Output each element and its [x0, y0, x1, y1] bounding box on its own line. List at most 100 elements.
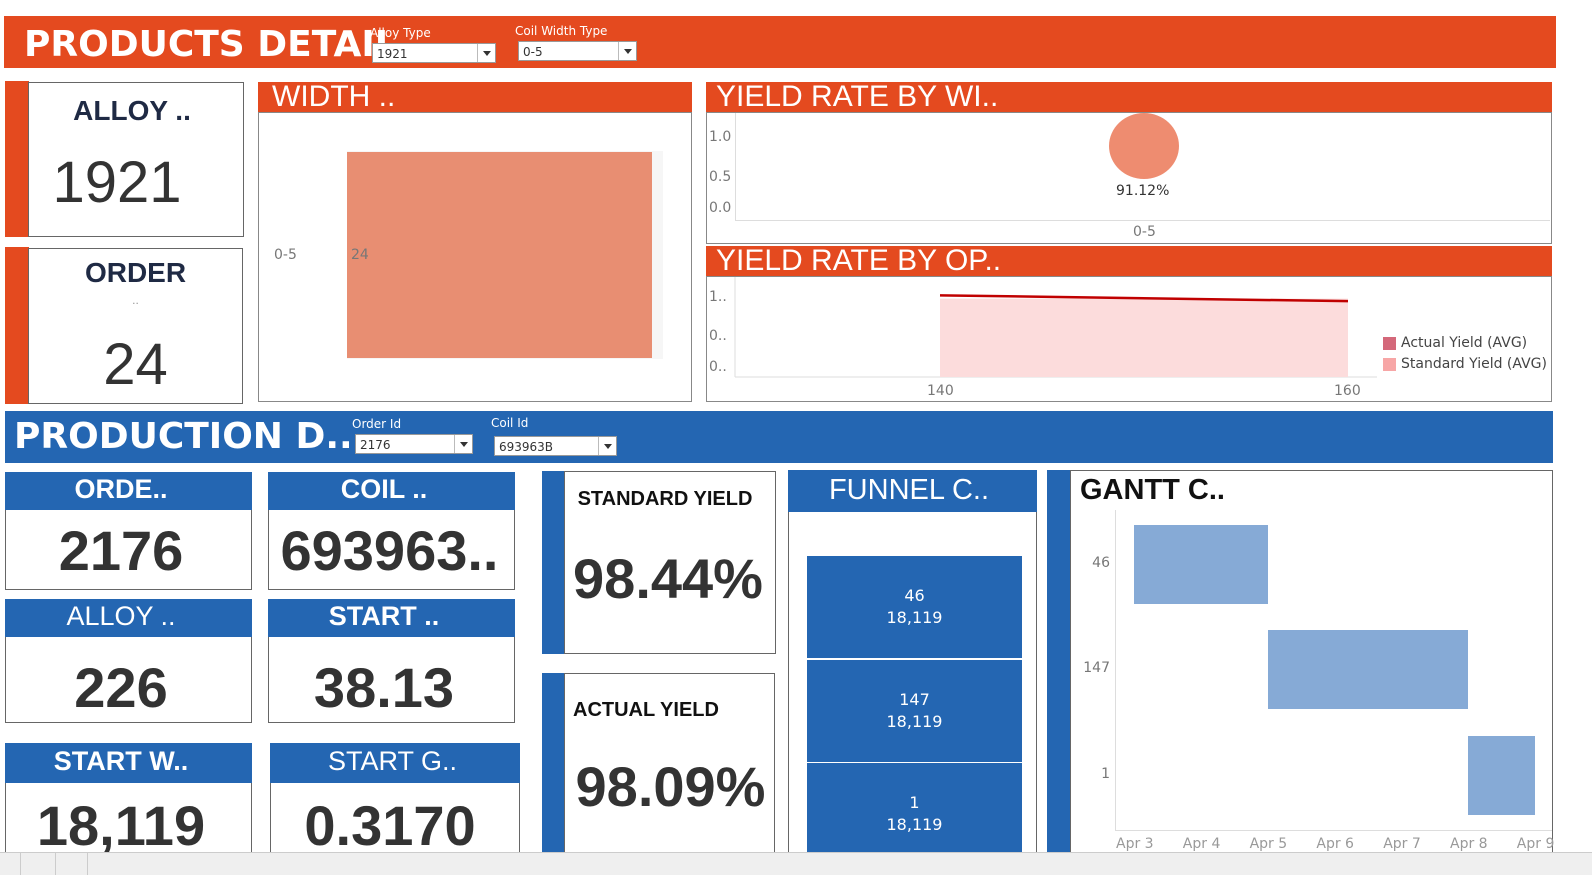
gantt-x-tick: Apr 9: [1516, 836, 1555, 852]
alloy-type-select[interactable]: 1921: [372, 43, 496, 63]
kpi-alloy-title: ALLOY ..: [66, 601, 176, 631]
alloy-card-accent: [5, 81, 29, 237]
funnel-bar[interactable]: 46 18,119: [807, 556, 1022, 658]
legend-standard-label: Standard Yield (AVG): [1401, 356, 1547, 372]
yield-op-panel: 1.. 0.. 0.. 140 160 Actual Yield (AVG) S…: [706, 276, 1552, 402]
yield-width-ytick-1: 1.0: [709, 129, 732, 145]
order-id-value: 2176: [360, 438, 391, 452]
alloy-card-value: 1921: [52, 150, 182, 215]
gantt-bar[interactable]: [1267, 630, 1468, 709]
yield-width-ytick-3: 0.0: [709, 200, 732, 216]
alloy-type-label: Alloy Type: [370, 26, 431, 40]
gantt-row-label: 1: [1101, 766, 1110, 782]
chevron-down-icon[interactable]: [477, 44, 495, 62]
funnel-bar-category: 147: [899, 689, 930, 709]
actual-yield-title: ACTUAL YIELD: [573, 699, 719, 721]
gantt-bar[interactable]: [1134, 525, 1268, 604]
width-category-label: 0-5: [274, 247, 297, 263]
alloy-card: ALLOY .. 1921: [28, 82, 244, 237]
gantt-x-tick: Apr 3: [1116, 836, 1154, 852]
funnel-bar-category: 46: [904, 586, 925, 605]
width-bar-value-label: 24: [351, 247, 369, 263]
legend-actual-label: Actual Yield (AVG): [1401, 335, 1528, 351]
yield-op-ytick-3: 0..: [709, 359, 727, 375]
gantt-row-label: 46: [1092, 555, 1110, 571]
standard-yield-card: STANDARD YIELD 98.44%: [564, 471, 776, 654]
gantt-x-tick: Apr 7: [1383, 836, 1421, 852]
order-card-title: ORDER: [84, 257, 187, 288]
coil-id-value: 693963B: [499, 440, 554, 454]
scroll-tab-2[interactable]: [56, 852, 88, 875]
width-bar[interactable]: [347, 152, 652, 358]
kpi-start-w-title: START W..: [53, 746, 189, 776]
gantt-x-tick: Apr 4: [1182, 836, 1221, 852]
width-panel-title: WIDTH ..: [272, 80, 396, 113]
yield-op-xtick-140: 140: [927, 383, 954, 399]
order-id-label: Order Id: [352, 417, 402, 431]
gantt-x-tick: Apr 8: [1450, 836, 1488, 852]
standard-yield-value: 98.44%: [573, 547, 763, 610]
yield-width-panel: 1.0 0.5 0.0 91.12% 0-5: [706, 112, 1552, 244]
yield-width-x-axis: [735, 220, 1550, 221]
coil-id-label: Coil Id: [491, 416, 529, 430]
kpi-start-g-title: START G..: [327, 746, 458, 776]
order-card: ORDER .. 24: [28, 248, 243, 404]
standard-yield-title: STANDARD YIELD: [577, 488, 753, 510]
yield-op-title: YIELD RATE BY OP..: [716, 244, 1002, 277]
kpi-start-w-value: 18,119: [36, 794, 206, 857]
order-id-select[interactable]: 2176: [355, 434, 473, 454]
yield-width-title: YIELD RATE BY WI..: [716, 80, 999, 113]
order-card-subtitle: ..: [132, 293, 139, 307]
actual-yield-card: ACTUAL YIELD 98.09%: [564, 673, 775, 875]
kpi-coil-title: COIL ..: [340, 474, 428, 504]
kpi-order-value: 2176: [58, 519, 184, 582]
yield-width-y-axis: [735, 113, 736, 221]
legend-standard-swatch: [1383, 358, 1396, 371]
funnel-bar[interactable]: 1 18,119: [807, 763, 1022, 865]
funnel-title: FUNNEL C..: [828, 474, 990, 506]
gantt-row-label: 147: [1083, 660, 1110, 676]
yield-width-data-label: 91.12%: [1116, 183, 1170, 199]
kpi-alloy-value: 226: [74, 656, 168, 719]
coil-width-type-value: 0-5: [523, 45, 543, 59]
chevron-down-icon[interactable]: [454, 435, 472, 453]
order-card-accent: [5, 247, 29, 404]
coil-width-type-label: Coil Width Type: [515, 24, 608, 38]
actual-yield-value: 98.09%: [575, 755, 766, 818]
alloy-card-title: ALLOY ..: [73, 95, 191, 126]
funnel-bar-value: 18,119: [886, 815, 943, 834]
yield-width-point[interactable]: [1109, 113, 1179, 179]
gantt-accent: [1047, 470, 1071, 875]
gantt-y-axis: [1115, 510, 1116, 830]
gantt-x-axis: [1115, 830, 1552, 831]
kpi-order-title: ORDE..: [74, 474, 168, 504]
standard-yield-accent: [542, 471, 565, 654]
funnel-bar-category: 1: [909, 793, 920, 812]
width-panel: 0-5 24: [258, 112, 692, 402]
gantt-x-tick: Apr 6: [1316, 836, 1354, 852]
gantt-x-tick: Apr 5: [1249, 836, 1288, 852]
bottom-scroll-strip[interactable]: [0, 852, 1592, 875]
coil-id-select[interactable]: 693963B: [494, 436, 617, 456]
chevron-down-icon[interactable]: [598, 437, 616, 455]
chevron-down-icon[interactable]: [618, 42, 636, 60]
standard-yield-area[interactable]: [940, 298, 1348, 377]
gantt-title: GANTT C..: [1080, 474, 1225, 506]
yield-op-ytick-1: 1..: [709, 289, 727, 305]
coil-width-type-select[interactable]: 0-5: [518, 41, 637, 61]
production-detail-title: PRODUCTION D..: [14, 416, 353, 457]
kpi-coil-value: 693963..: [280, 519, 499, 582]
kpi-start-value: 38.13: [313, 656, 455, 719]
gantt-bar[interactable]: [1468, 736, 1535, 815]
scroll-tab-1[interactable]: [20, 852, 56, 875]
yield-op-xtick-160: 160: [1334, 383, 1361, 399]
products-detail-title: PRODUCTS DETAIL: [24, 24, 398, 65]
funnel-bar[interactable]: 147 18,119: [807, 659, 1022, 762]
funnel-bar-value: 18,119: [886, 608, 943, 627]
kpi-start-title: START ..: [328, 601, 440, 631]
legend-actual-swatch: [1383, 337, 1396, 350]
funnel-bar-value: 18,119: [886, 711, 943, 731]
yield-op-ytick-2: 0..: [709, 328, 727, 344]
alloy-type-value: 1921: [377, 47, 408, 61]
yield-width-ytick-2: 0.5: [709, 169, 732, 185]
